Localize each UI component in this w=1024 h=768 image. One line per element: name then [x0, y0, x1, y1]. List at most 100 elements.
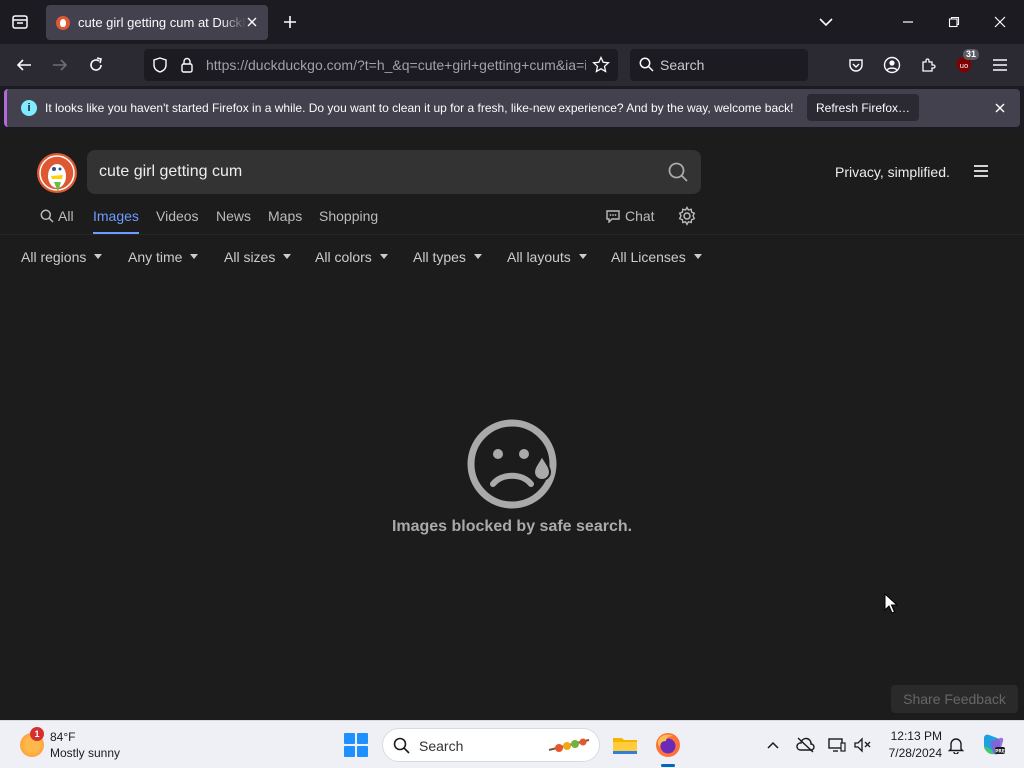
url-host: https://duckduckgo.com — [206, 57, 354, 73]
new-tab-plus-icon[interactable] — [278, 10, 302, 34]
filter-sizes-dropdown[interactable]: All sizes — [224, 249, 292, 265]
tab-images[interactable]: Images — [93, 208, 139, 234]
firefox-refresh-notification: i It looks like you haven't started Fire… — [4, 89, 1020, 127]
list-all-tabs-chevron-icon[interactable] — [814, 10, 838, 34]
taskbar-search-box[interactable]: Search — [382, 728, 600, 762]
search-icon — [393, 737, 410, 759]
network-monitor-icon[interactable] — [827, 735, 847, 755]
windows-taskbar: 1 84°F Mostly sunny Search 12:13 PM 7/28… — [0, 720, 1024, 768]
windows-start-icon[interactable] — [344, 733, 368, 757]
hamburger-menu-icon[interactable] — [987, 52, 1013, 78]
image-filters-bar: All regions Any time All sizes All color… — [0, 234, 1024, 280]
pocket-icon[interactable] — [843, 52, 869, 78]
filter-layouts-label: All layouts — [507, 249, 571, 265]
close-window-icon[interactable] — [986, 8, 1014, 36]
tab-title: cute girl getting cum at DuckDuckGo — [78, 15, 246, 30]
tab-strip: cute girl getting cum at DuckDuckGo — [0, 0, 1024, 44]
sad-face-icon — [466, 418, 558, 510]
tab-all[interactable]: All — [40, 208, 74, 234]
caret-down-icon — [693, 254, 702, 259]
svg-text:uo: uo — [960, 62, 969, 70]
extensions-puzzle-icon[interactable] — [915, 52, 941, 78]
volume-muted-icon[interactable] — [852, 735, 872, 755]
duckduckgo-header: cute girl getting cum Privacy, simplifie… — [0, 130, 1024, 234]
results-area: Images blocked by safe search. Share Fee… — [0, 280, 1024, 720]
search-icon — [639, 57, 654, 77]
caret-down-icon — [94, 254, 103, 259]
filter-colors-dropdown[interactable]: All colors — [315, 249, 388, 265]
clock-time[interactable]: 12:13 PM — [880, 729, 942, 743]
info-icon: i — [21, 100, 37, 116]
tab-maps[interactable]: Maps — [268, 208, 302, 232]
tab-all-label: All — [58, 208, 74, 224]
forward-arrow-icon[interactable] — [47, 52, 73, 78]
filter-regions-dropdown[interactable]: All regions — [21, 249, 103, 265]
tab-close-icon[interactable] — [244, 14, 260, 30]
file-explorer-icon[interactable] — [611, 731, 639, 759]
browser-search-box[interactable]: Search — [630, 49, 808, 81]
svg-text:PRE: PRE — [995, 749, 1005, 755]
share-feedback-button[interactable]: Share Feedback — [891, 685, 1018, 713]
taskbar-search-placeholder: Search — [419, 738, 464, 754]
caret-down-icon — [283, 254, 292, 259]
copilot-icon[interactable]: PRE — [980, 732, 1006, 758]
chat-button[interactable]: Chat — [605, 208, 655, 234]
search-highlight-icon — [545, 736, 593, 756]
weather-temperature[interactable]: 84°F — [50, 730, 75, 744]
filter-layouts-dropdown[interactable]: All layouts — [507, 249, 587, 265]
notification-text: It looks like you haven't started Firefo… — [45, 101, 794, 115]
account-icon[interactable] — [879, 52, 905, 78]
minimize-window-icon[interactable] — [894, 8, 922, 36]
duckduckgo-favicon-icon — [56, 15, 70, 30]
notifications-bell-icon[interactable] — [946, 735, 966, 755]
clock-date[interactable]: 7/28/2024 — [880, 746, 942, 760]
ublock-extension-icon[interactable]: uo 31 — [951, 49, 979, 78]
browser-tab[interactable]: cute girl getting cum at DuckDuckGo — [46, 5, 268, 40]
chat-bubble-icon — [605, 209, 621, 226]
firefox-taskbar-icon[interactable] — [654, 731, 682, 759]
ddg-search-button-icon[interactable] — [667, 161, 689, 183]
mouse-cursor-icon — [884, 592, 899, 615]
restore-window-icon[interactable] — [940, 8, 968, 36]
lock-icon[interactable] — [180, 57, 194, 78]
weather-alert-badge: 1 — [30, 727, 44, 741]
url-text: https://duckduckgo.com/?t=h_&q=cute+girl… — [206, 57, 586, 73]
filter-colors-label: All colors — [315, 249, 372, 265]
duckduckgo-logo-icon[interactable] — [36, 152, 78, 194]
filter-sizes-label: All sizes — [224, 249, 276, 265]
caret-down-icon — [379, 254, 388, 259]
filter-licenses-dropdown[interactable]: All Licenses — [611, 249, 702, 265]
tab-shopping[interactable]: Shopping — [319, 208, 378, 232]
privacy-tagline[interactable]: Privacy, simplified. — [835, 164, 950, 180]
firefox-view-icon[interactable] — [8, 10, 32, 34]
tab-videos[interactable]: Videos — [156, 208, 199, 232]
address-bar[interactable]: https://duckduckgo.com/?t=h_&q=cute+girl… — [144, 49, 618, 81]
chat-label: Chat — [625, 208, 655, 224]
filter-time-dropdown[interactable]: Any time — [128, 249, 199, 265]
caret-down-icon — [190, 254, 199, 259]
browser-search-placeholder: Search — [660, 57, 705, 73]
tracking-protection-shield-icon[interactable] — [152, 57, 168, 78]
notification-close-icon[interactable] — [991, 99, 1009, 117]
caret-down-icon — [578, 254, 587, 259]
back-arrow-icon[interactable] — [11, 52, 37, 78]
ddg-menu-icon[interactable] — [972, 163, 992, 181]
show-hidden-icons-chevron-icon[interactable] — [763, 735, 783, 755]
caret-down-icon — [473, 254, 482, 259]
active-app-indicator — [661, 764, 675, 767]
filter-types-dropdown[interactable]: All types — [413, 249, 482, 265]
onedrive-offline-icon[interactable] — [795, 735, 815, 755]
weather-description[interactable]: Mostly sunny — [50, 746, 120, 760]
search-icon — [40, 209, 54, 226]
settings-gear-icon[interactable] — [677, 206, 697, 226]
refresh-firefox-button[interactable]: Refresh Firefox… — [807, 94, 919, 121]
ddg-result-tabs: All Images Videos News Maps Shopping Cha… — [0, 206, 1024, 234]
safe-search-blocked-message: Images blocked by safe search. — [391, 518, 633, 535]
ddg-search-input[interactable]: cute girl getting cum — [87, 150, 701, 194]
tab-news[interactable]: News — [216, 208, 251, 232]
reload-icon[interactable] — [83, 52, 109, 78]
bookmark-star-icon[interactable] — [592, 55, 610, 79]
navigation-toolbar: https://duckduckgo.com/?t=h_&q=cute+girl… — [0, 44, 1024, 86]
extension-badge: 31 — [962, 49, 979, 60]
url-path: /?t=h_&q=cute+girl+getting+cum&ia=images… — [353, 57, 586, 73]
